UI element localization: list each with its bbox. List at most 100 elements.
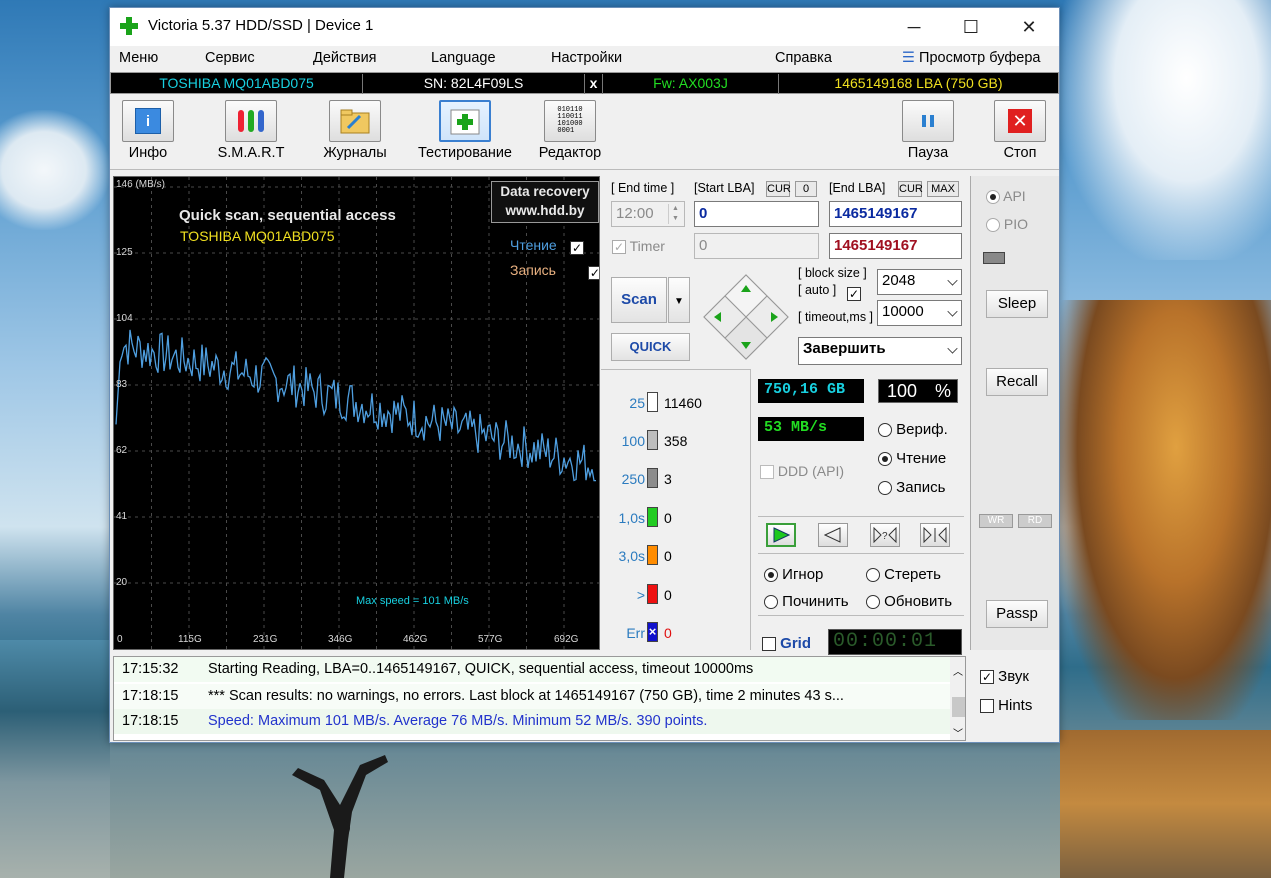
timeout-select[interactable]: 10000 — [877, 300, 962, 326]
verify-radio-circle — [878, 423, 892, 438]
data-recovery-badge[interactable]: Data recovery www.hdd.by — [491, 181, 599, 223]
erase-radio[interactable]: Стереть — [866, 566, 941, 583]
scrollbar-thumb[interactable] — [952, 697, 965, 717]
sleep-button[interactable]: Sleep — [986, 290, 1048, 318]
chevron-down-icon[interactable]: ﹀ — [953, 725, 963, 740]
start-lba-field[interactable]: 0 — [694, 201, 819, 227]
skip-end-button[interactable] — [920, 523, 950, 547]
start-lba-cur-button[interactable]: CUR — [766, 181, 791, 197]
menu-item-help[interactable]: Справка — [775, 50, 832, 66]
maximize-button[interactable]: ☐ — [942, 8, 1000, 46]
pio-radio[interactable]: PIO — [986, 216, 1028, 233]
repair-radio[interactable]: Починить — [764, 593, 849, 610]
close-drive-button[interactable]: x — [585, 74, 603, 94]
latency-counter-row: 250 3 — [601, 468, 749, 492]
latency-color-box — [647, 392, 658, 412]
drive-firmware: Fw: AX003J — [603, 74, 779, 94]
passp-button[interactable]: Passp — [986, 600, 1048, 628]
end-lba-cur-button[interactable]: CUR — [898, 181, 923, 197]
quick-button[interactable]: QUICK — [611, 333, 690, 361]
menu-item-service[interactable]: Сервис — [205, 50, 255, 66]
log-row: 17:18:15 Speed: Maximum 101 MB/s. Average… — [114, 709, 950, 734]
log-row: 17:18:15 *** Scan results: no warnings, n… — [114, 684, 950, 709]
legend-write-checkbox[interactable]: ✓ — [587, 266, 599, 281]
legend-write: Запись — [510, 262, 556, 278]
rewind-button[interactable] — [818, 523, 848, 547]
write-radio[interactable]: Запись — [878, 479, 945, 496]
skip-random-button[interactable]: ? — [870, 523, 900, 547]
latency-counter-value: 0 — [664, 587, 672, 603]
legend-read-checkbox[interactable]: ✓ — [570, 241, 584, 256]
legend-read: Чтение — [510, 237, 557, 253]
timer-label: Timer — [629, 238, 665, 254]
grid-label: Grid — [780, 635, 812, 652]
ddd-api-checkbox-box — [760, 465, 774, 480]
menu-item-language[interactable]: Language — [431, 50, 496, 66]
end-time-field[interactable]: 12:00 ▲ ▼ — [611, 201, 685, 227]
desktop-cloud — [1060, 0, 1271, 260]
smart-button[interactable]: S.M.A.R.T — [213, 100, 289, 168]
logs-label: Журналы — [323, 145, 387, 161]
buffer-view-button[interactable]: ☰ Просмотр буфера — [902, 50, 1040, 66]
scan-button[interactable]: Scan — [611, 277, 667, 323]
finish-action-select[interactable]: Завершить — [798, 337, 962, 365]
block-size-select[interactable]: 2048 — [877, 269, 962, 295]
read-radio[interactable]: Чтение — [878, 450, 946, 467]
menu-item-menu[interactable]: Меню — [119, 50, 158, 66]
timer-checkbox[interactable]: ✓ Timer — [612, 238, 665, 255]
direction-pad[interactable] — [700, 271, 792, 363]
latency-counter-row: 25 11460 — [601, 392, 749, 416]
end-lba-max-button[interactable]: MAX — [927, 181, 959, 197]
speed-graph: 146 (MB/s) 125 104 83 62 41 20 0 115G 23… — [113, 176, 600, 650]
refresh-radio[interactable]: Обновить — [866, 593, 952, 610]
stop-button[interactable]: ✕ Стоп — [991, 100, 1049, 168]
playback-controls: ? — [758, 516, 964, 554]
y-tick-125: 125 — [116, 247, 133, 258]
info-button[interactable]: i Инфо — [113, 100, 183, 168]
hints-checkbox[interactable]: Hints — [980, 697, 1032, 714]
svg-text:?: ? — [882, 531, 888, 542]
play-button[interactable] — [766, 523, 796, 547]
api-radio[interactable]: API — [986, 188, 1026, 205]
scan-dropdown-button[interactable]: ▼ — [668, 277, 690, 323]
read-label: Чтение — [896, 450, 947, 467]
badge-line2: www.hdd.by — [505, 203, 585, 218]
menu-item-actions[interactable]: Действия — [313, 50, 377, 66]
recall-button[interactable]: Recall — [986, 368, 1048, 396]
end-lba-red-field[interactable]: 1465149167 — [829, 233, 962, 259]
folder-icon — [329, 100, 381, 142]
ignore-radio-circle — [764, 568, 778, 583]
timer-field[interactable]: 0 — [694, 233, 819, 259]
testing-button[interactable]: Тестирование — [413, 100, 517, 168]
latency-counter-value: 0 — [664, 510, 672, 526]
x-tick-115g: 115G — [178, 634, 202, 645]
max-speed-label: Max speed = 101 MB/s — [356, 595, 469, 607]
editor-button[interactable]: 010110 110011 101000 0001 Редактор — [535, 100, 605, 168]
pause-label: Пауза — [907, 145, 949, 161]
latency-color-box — [647, 468, 658, 488]
desktop-sea — [0, 640, 110, 878]
latency-counter-row: 3,0s 0 — [601, 545, 749, 569]
read-speed-line — [115, 329, 596, 482]
y-tick-83: 83 — [116, 379, 128, 390]
log-scrollbar[interactable]: ︿ ﹀ — [950, 657, 965, 740]
hints-label: Hints — [998, 697, 1033, 714]
grid-checkbox[interactable]: Grid — [762, 635, 811, 652]
chevron-up-icon[interactable]: ︿ — [953, 663, 963, 678]
sound-checkbox[interactable]: ✓ Звук — [980, 668, 1029, 685]
logs-button[interactable]: Журналы — [320, 100, 390, 168]
ddd-api-checkbox[interactable]: DDD (API) — [760, 463, 844, 480]
end-lba-field[interactable]: 1465149167 — [829, 201, 962, 227]
start-lba-zero-button[interactable]: 0 — [795, 181, 817, 197]
pause-button[interactable]: Пауза — [899, 100, 957, 168]
latency-color-box — [647, 545, 658, 565]
menu-item-settings[interactable]: Настройки — [551, 50, 622, 66]
y-tick-41: 41 — [116, 511, 128, 522]
time-spinner-icon[interactable]: ▲ ▼ — [668, 204, 682, 224]
auto-checkbox[interactable]: ✓ — [847, 287, 861, 302]
repair-label: Починить — [782, 593, 849, 610]
verify-radio[interactable]: Вериф. — [878, 421, 948, 438]
minimize-button[interactable]: ─ — [885, 8, 943, 46]
close-button[interactable]: ✕ — [1000, 8, 1058, 46]
ignore-radio[interactable]: Игнор — [764, 566, 823, 583]
